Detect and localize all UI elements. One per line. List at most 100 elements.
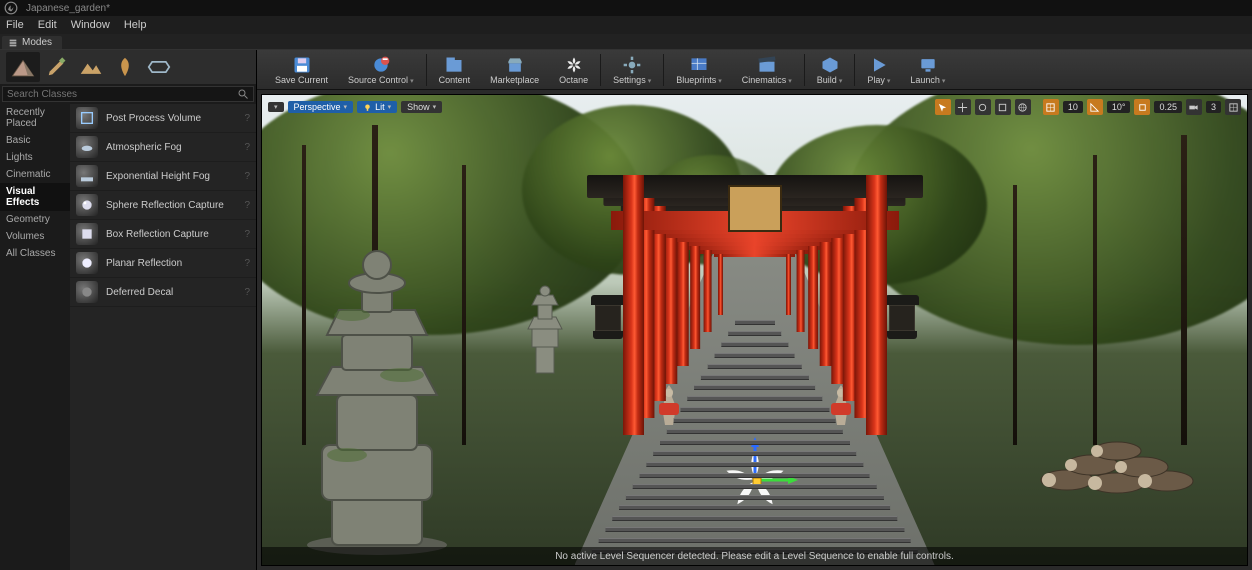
asset-help-icon[interactable]: ? xyxy=(244,113,250,124)
viewport-maximize[interactable] xyxy=(1225,99,1241,115)
asset-label: Box Reflection Capture xyxy=(106,229,236,240)
menu-help[interactable]: Help xyxy=(124,19,147,31)
stone-lantern-far xyxy=(522,285,568,375)
cat-volumes[interactable]: Volumes xyxy=(0,228,70,245)
snap-scale-toggle[interactable] xyxy=(1134,99,1150,115)
snap-grid-toggle[interactable] xyxy=(1043,99,1059,115)
viewport-status-message: No active Level Sequencer detected. Plea… xyxy=(262,547,1247,565)
scene-render: [] xyxy=(262,95,1247,565)
toolbar-save-current[interactable]: Save Current xyxy=(265,50,338,90)
coord-space-toggle[interactable] xyxy=(1015,99,1031,115)
search-classes-input[interactable] xyxy=(7,89,237,100)
transform-mode-scale[interactable] xyxy=(995,99,1011,115)
toolbar-launch[interactable]: Launch▾ xyxy=(900,50,955,90)
toolbar-blueprints[interactable]: Blueprints▾ xyxy=(666,50,732,90)
toolbar-content[interactable]: Content xyxy=(429,50,481,90)
asset-label: Post Process Volume xyxy=(106,113,236,124)
save-icon xyxy=(291,55,313,75)
asset-post-process-volume[interactable]: Post Process Volume ? xyxy=(70,104,256,133)
unreal-logo-icon xyxy=(4,1,18,15)
asset-thumb-icon xyxy=(76,194,98,216)
bulb-icon xyxy=(363,103,372,112)
transform-mode-translate[interactable] xyxy=(955,99,971,115)
asset-thumb-icon xyxy=(76,223,98,245)
asset-help-icon[interactable]: ? xyxy=(244,142,250,153)
viewport-perspective-menu[interactable]: Perspective▾ xyxy=(288,101,354,113)
mode-paint-button[interactable] xyxy=(40,52,74,82)
transform-mode-select[interactable] xyxy=(935,99,951,115)
source-control-icon xyxy=(370,55,392,75)
toolbar-cinematics[interactable]: Cinematics▾ xyxy=(732,50,802,90)
asset-help-icon[interactable]: ? xyxy=(244,229,250,240)
toolbar-label: Cinematics▾ xyxy=(742,75,792,85)
asset-help-icon[interactable]: ? xyxy=(244,171,250,182)
asset-label: Atmospheric Fog xyxy=(106,142,236,153)
asset-help-icon[interactable]: ? xyxy=(244,200,250,211)
cinematics-icon xyxy=(756,55,778,75)
launch-icon xyxy=(917,55,939,75)
asset-thumb-icon xyxy=(76,165,98,187)
search-icon xyxy=(237,88,249,100)
asset-sphere-reflection-capture[interactable]: Sphere Reflection Capture ? xyxy=(70,191,256,220)
toolbar-build[interactable]: Build▾ xyxy=(807,50,853,90)
snap-angle-value[interactable]: 10° xyxy=(1107,101,1131,113)
mode-geometry-button[interactable] xyxy=(142,52,176,82)
category-list: Recently Placed Basic Lights Cinematic V… xyxy=(0,104,70,570)
tab-modes[interactable]: Modes xyxy=(2,36,62,49)
cat-visual-effects[interactable]: Visual Effects xyxy=(0,183,70,211)
toolbar-label: Play▾ xyxy=(867,75,890,85)
asset-exponential-height-fog[interactable]: Exponential Height Fog ? xyxy=(70,162,256,191)
asset-thumb-icon xyxy=(76,252,98,274)
play-icon xyxy=(868,55,890,75)
snap-scale-value[interactable]: 0.25 xyxy=(1154,101,1182,113)
stone-lantern xyxy=(292,195,462,555)
camera-speed-value[interactable]: 3 xyxy=(1206,101,1221,113)
asset-box-reflection-capture[interactable]: Box Reflection Capture ? xyxy=(70,220,256,249)
toolbar-octane[interactable]: Octane xyxy=(549,50,598,90)
toolbar-source-control[interactable]: Source Control▾ xyxy=(338,50,424,90)
cat-geometry[interactable]: Geometry xyxy=(0,211,70,228)
transform-mode-rotate[interactable] xyxy=(975,99,991,115)
asset-planar-reflection[interactable]: Planar Reflection ? xyxy=(70,249,256,278)
viewport-options-menu[interactable]: ▾ xyxy=(268,102,284,112)
asset-atmospheric-fog[interactable]: Atmospheric Fog ? xyxy=(70,133,256,162)
asset-label: Planar Reflection xyxy=(106,258,236,269)
asset-deferred-decal[interactable]: Deferred Decal ? xyxy=(70,278,256,307)
mode-place-button[interactable] xyxy=(6,52,40,82)
toolbar-label: Source Control▾ xyxy=(348,75,414,85)
toolbar-label: Save Current xyxy=(275,75,328,85)
asset-thumb-icon xyxy=(76,107,98,129)
mode-foliage-button[interactable] xyxy=(108,52,142,82)
viewport-show-menu[interactable]: Show▾ xyxy=(401,101,442,113)
menu-file[interactable]: File xyxy=(6,19,24,31)
snap-grid-value[interactable]: 10 xyxy=(1063,101,1083,113)
marketplace-icon xyxy=(504,55,526,75)
octane-icon xyxy=(563,55,585,75)
snap-angle-toggle[interactable] xyxy=(1087,99,1103,115)
cat-all-classes[interactable]: All Classes xyxy=(0,245,70,262)
cat-recently-placed[interactable]: Recently Placed xyxy=(0,104,70,132)
mode-landscape-button[interactable] xyxy=(74,52,108,82)
log-pile xyxy=(1037,405,1217,495)
menu-window[interactable]: Window xyxy=(71,19,110,31)
search-classes-field[interactable] xyxy=(2,86,254,102)
camera-speed[interactable] xyxy=(1186,99,1202,115)
viewport[interactable]: [] xyxy=(261,94,1248,566)
cat-basic[interactable]: Basic xyxy=(0,132,70,149)
build-icon xyxy=(819,55,841,75)
asset-help-icon[interactable]: ? xyxy=(244,258,250,269)
document-title: Japanese_garden* xyxy=(26,3,110,14)
asset-list: Post Process Volume ? Atmospheric Fog ? … xyxy=(70,104,256,570)
viewport-lit-menu[interactable]: Lit▾ xyxy=(357,101,397,113)
asset-thumb-icon xyxy=(76,281,98,303)
toolbar-play[interactable]: Play▾ xyxy=(857,50,900,90)
cat-lights[interactable]: Lights xyxy=(0,149,70,166)
menu-bar: File Edit Window Help xyxy=(0,16,1252,34)
menu-edit[interactable]: Edit xyxy=(38,19,57,31)
toolbar-marketplace[interactable]: Marketplace xyxy=(480,50,549,90)
asset-help-icon[interactable]: ? xyxy=(244,287,250,298)
asset-thumb-icon xyxy=(76,136,98,158)
toolbar-settings[interactable]: Settings▾ xyxy=(603,50,661,90)
toolbar-label: Marketplace xyxy=(490,75,539,85)
cat-cinematic[interactable]: Cinematic xyxy=(0,166,70,183)
